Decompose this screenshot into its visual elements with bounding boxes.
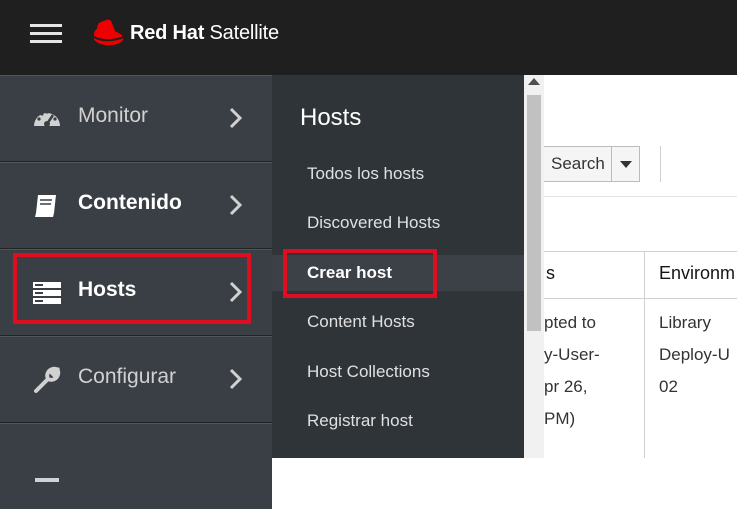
primary-nav: Monitor Contenido Hosts Configurar [0,75,272,509]
brand-name: Red Hat Satellite [130,21,279,44]
book-icon [35,195,56,217]
search-dropdown-toggle[interactable] [611,146,640,182]
nav-item-label: Configurar [78,365,177,388]
chevron-right-icon [229,194,243,216]
scroll-up-arrow-icon[interactable] [528,78,540,85]
submenu-item-crear-host[interactable]: Crear host [272,255,524,291]
server-stack-icon [33,282,61,304]
chevron-right-icon [229,281,243,303]
toolbar-divider [660,146,661,182]
submenu-item-todos-los-hosts[interactable]: Todos los hosts [272,156,524,192]
partial-nav-icon [35,478,59,482]
nav-item-contenido[interactable]: Contenido [0,162,272,248]
wrench-icon [34,366,61,393]
submenu-item-host-collections[interactable]: Host Collections [272,354,524,390]
chevron-right-icon [229,107,243,129]
nav-item-monitor[interactable]: Monitor [0,75,272,161]
table-cell-environment[interactable]: Library Deploy-U 02 [659,307,730,403]
submenu-item-content-hosts[interactable]: Content Hosts [272,304,524,340]
hamburger-menu-icon[interactable] [26,20,66,50]
hosts-submenu: Hosts Todos los hosts Discovered Hosts C… [272,75,524,458]
dashboard-gauge-icon [34,110,60,127]
table-header-cell[interactable]: s [546,263,555,284]
scrollbar-thumb[interactable] [527,95,541,331]
nav-item-label: Hosts [78,278,137,301]
table-header-cell-environment[interactable]: Environm [659,263,735,284]
nav-item-label: Contenido [78,191,182,214]
chevron-right-icon [229,368,243,390]
nav-item-hosts[interactable]: Hosts [0,249,272,335]
nav-item-partial[interactable] [0,423,272,509]
toolbar-divider [544,196,737,197]
submenu-item-discovered-hosts[interactable]: Discovered Hosts [272,205,524,241]
nav-item-configurar[interactable]: Configurar [0,336,272,422]
red-hat-logo-icon [92,19,124,46]
masthead: Red Hat Satellite [0,0,737,75]
submenu-title: Hosts [300,104,362,131]
submenu-item-registrar-host[interactable]: Registrar host [272,403,524,439]
nav-item-label: Monitor [78,104,149,127]
brand-logo[interactable]: Red Hat Satellite [88,15,279,51]
search-button[interactable]: Search [544,146,612,182]
table-cell: pted to y-User- pr 26, PM) [544,313,600,428]
column-divider [644,251,645,458]
